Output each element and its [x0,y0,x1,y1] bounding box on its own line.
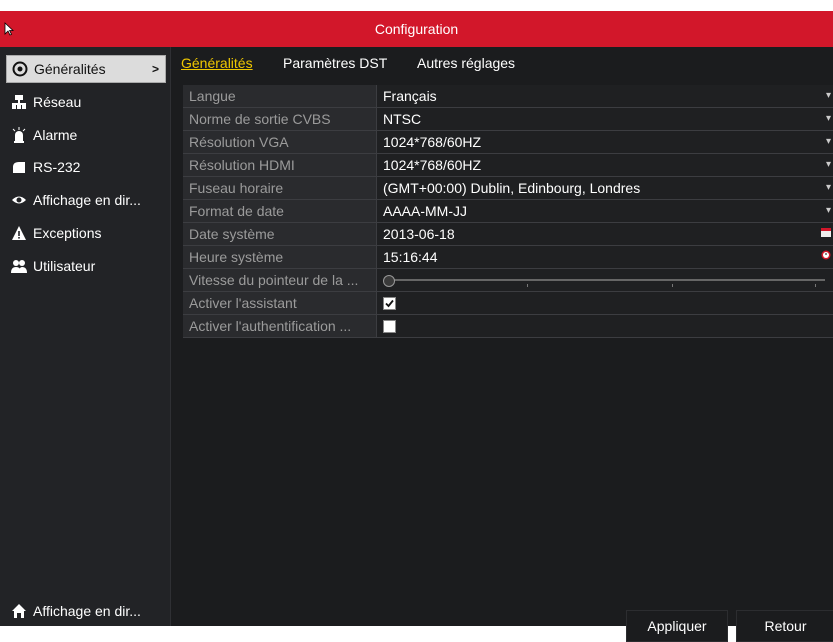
system-date-field[interactable]: 2013-06-18 [377,223,833,245]
window-title: Configuration [374,21,459,37]
setting-label: Fuseau horaire [183,177,377,199]
system-time-field[interactable]: 15:16:44 [377,246,833,268]
title-bar: Configuration [0,11,833,47]
warning-icon [10,224,28,242]
slider-tick [672,284,673,287]
settings-table: Langue Français ▾ Norme de sortie CVBS NT… [183,85,833,338]
sidebar-item-label: Réseau [33,94,82,110]
setting-value: NTSC [383,111,422,127]
setting-row-system-time: Heure système 15:16:44 [183,246,833,269]
sidebar-item-label: Utilisateur [33,258,96,274]
chevron-down-icon: ▾ [825,113,831,124]
setting-value: AAAA-MM-JJ [383,203,467,219]
network-icon [10,93,28,111]
chevron-down-icon: ▾ [825,205,831,216]
sidebar-item-label: Alarme [33,127,78,143]
setting-value: (GMT+00:00) Dublin, Edinbourg, Londres [383,180,641,196]
main-content: Généralités Paramètres DST Autres réglag… [171,47,833,642]
alarm-icon [10,126,28,144]
gear-icon [11,60,29,78]
tab-parametres-dst[interactable]: Paramètres DST [283,55,387,71]
setting-row-authentication: Activer l'authentification ... [183,315,833,338]
date-format-select[interactable]: AAAA-MM-JJ ▾ [377,200,833,222]
sidebar: Généralités > Réseau Alarme RS-232 Affic… [0,47,171,626]
sidebar-item-generalites[interactable]: Généralités > [6,55,166,83]
setting-row-pointer-speed: Vitesse du pointeur de la ... [183,269,833,292]
tab-autres-reglages[interactable]: Autres réglages [417,55,515,71]
chevron-down-icon: ▾ [825,136,831,147]
config-window: Configuration Généralités > Réseau Alarm… [0,11,833,642]
setting-row-hdmi: Résolution HDMI 1024*768/60HZ ▾ [183,154,833,177]
mouse-cursor-icon [4,22,14,36]
vga-resolution-select[interactable]: 1024*768/60HZ ▾ [377,131,833,153]
eye-icon [10,191,28,209]
home-icon [10,602,28,620]
wizard-checkbox[interactable] [383,296,396,310]
chevron-right-icon: > [151,62,159,76]
setting-row-langue: Langue Français ▾ [183,85,833,108]
chevron-down-icon: ▾ [825,182,831,193]
clock-icon[interactable] [821,250,831,263]
sidebar-item-alarme[interactable]: Alarme [0,120,168,150]
slider-handle[interactable] [383,275,395,287]
setting-label: Activer l'assistant [183,292,377,314]
sidebar-item-label: RS-232 [33,159,81,175]
slider-track[interactable] [389,279,825,281]
sidebar-item-label: Exceptions [33,225,102,241]
chevron-down-icon: ▾ [825,159,831,170]
back-button[interactable]: Retour [736,610,833,642]
sidebar-item-rs232[interactable]: RS-232 [0,152,168,182]
authentication-toggle [377,315,833,337]
apply-button[interactable]: Appliquer [626,610,728,642]
setting-row-timezone: Fuseau horaire (GMT+00:00) Dublin, Edinb… [183,177,833,200]
sidebar-item-exceptions[interactable]: Exceptions [0,218,168,248]
serial-icon [10,158,28,176]
wizard-toggle [377,292,833,314]
chevron-down-icon: ▾ [825,90,831,101]
setting-label: Résolution VGA [183,131,377,153]
setting-value: 2013-06-18 [383,226,455,242]
sidebar-item-label: Affichage en dir... [33,192,141,208]
pointer-speed-slider[interactable] [377,269,833,291]
calendar-icon[interactable] [821,227,831,240]
setting-label: Activer l'authentification ... [183,315,377,337]
setting-row-cvbs: Norme de sortie CVBS NTSC ▾ [183,108,833,131]
cvbs-select[interactable]: NTSC ▾ [377,108,833,130]
sidebar-item-affichage[interactable]: Affichage en dir... [0,185,168,215]
live-view-label: Affichage en dir... [33,603,141,619]
sidebar-item-utilisateur[interactable]: Utilisateur [0,251,168,281]
setting-value: Français [383,88,437,104]
timezone-select[interactable]: (GMT+00:00) Dublin, Edinbourg, Londres ▾ [377,177,833,199]
tab-generalites[interactable]: Généralités [181,55,253,71]
setting-label: Résolution HDMI [183,154,377,176]
setting-label: Date système [183,223,377,245]
setting-label: Langue [183,85,377,107]
setting-label: Norme de sortie CVBS [183,108,377,130]
setting-row-wizard: Activer l'assistant [183,292,833,315]
live-view-button[interactable]: Affichage en dir... [0,596,168,626]
slider-tick [815,284,816,287]
setting-label: Heure système [183,246,377,268]
setting-row-vga: Résolution VGA 1024*768/60HZ ▾ [183,131,833,154]
authentication-checkbox[interactable] [383,319,396,333]
setting-value: 1024*768/60HZ [383,134,482,150]
setting-row-system-date: Date système 2013-06-18 [183,223,833,246]
tab-bar: Généralités Paramètres DST Autres réglag… [171,47,833,75]
setting-label: Vitesse du pointeur de la ... [183,269,377,291]
slider-tick [527,284,528,287]
setting-row-date-format: Format de date AAAA-MM-JJ ▾ [183,200,833,223]
setting-value: 1024*768/60HZ [383,157,482,173]
setting-value: 15:16:44 [383,249,438,265]
users-icon [10,257,28,275]
language-select[interactable]: Français ▾ [377,85,833,107]
sidebar-item-reseau[interactable]: Réseau [0,87,168,117]
sidebar-item-label: Généralités [34,61,106,77]
setting-label: Format de date [183,200,377,222]
hdmi-resolution-select[interactable]: 1024*768/60HZ ▾ [377,154,833,176]
